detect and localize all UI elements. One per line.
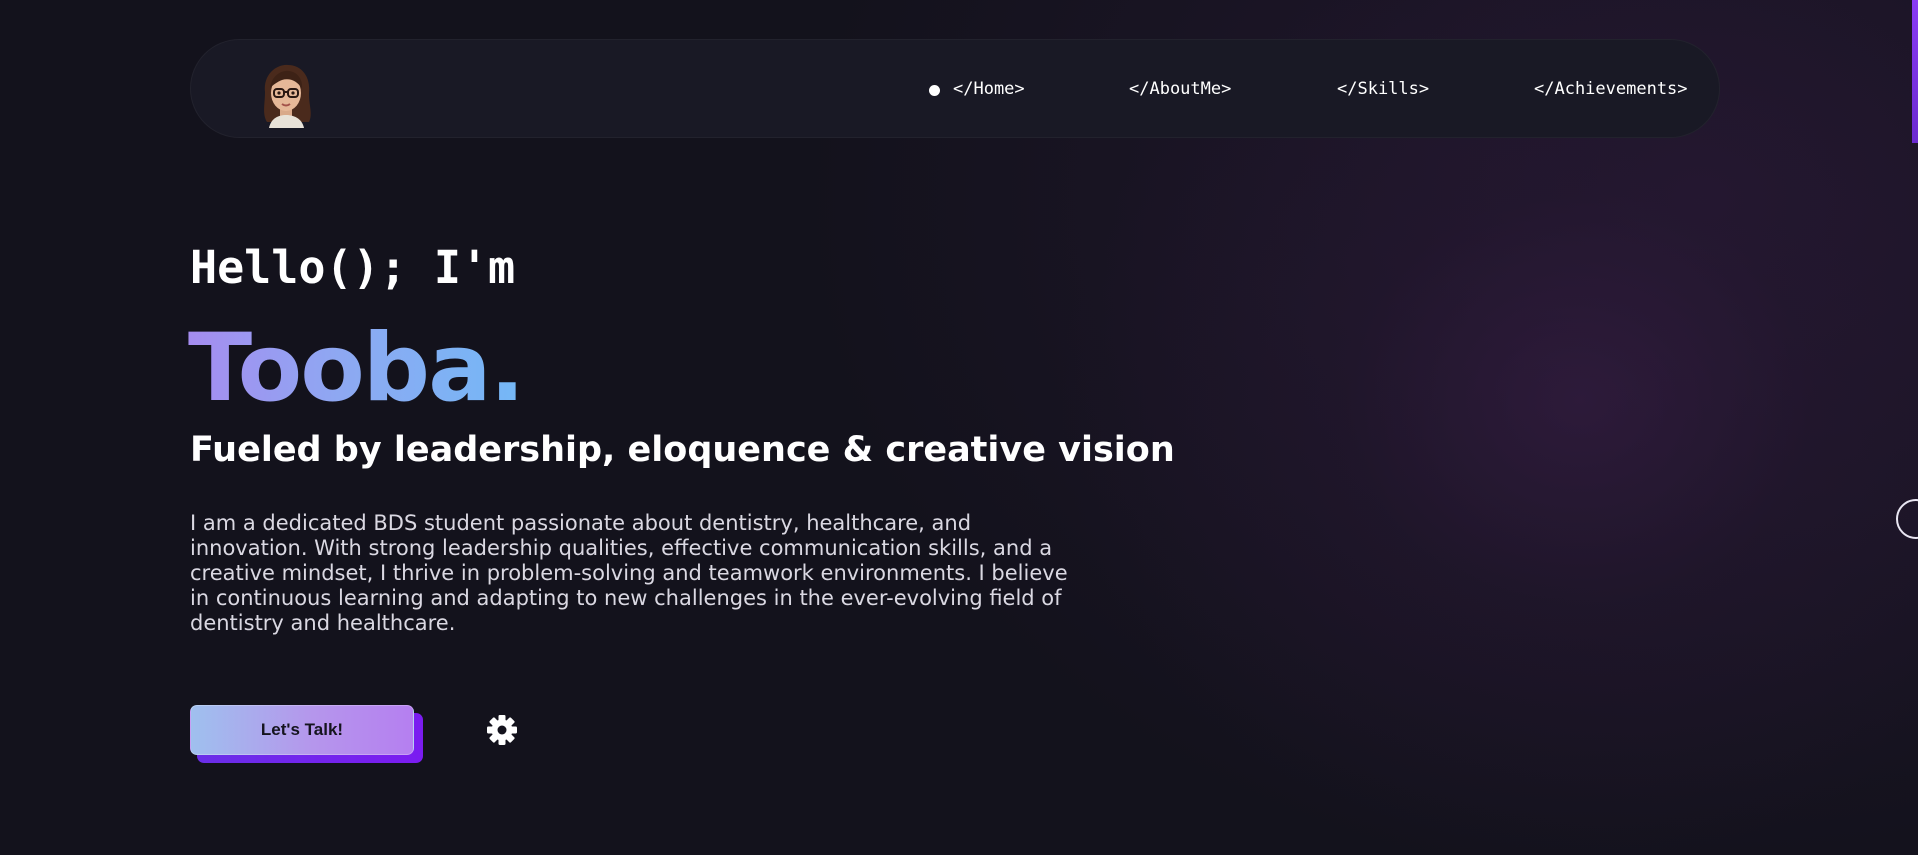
top-navbar: </Home> </AboutMe> </Skills> </Achieveme… — [190, 39, 1720, 138]
lets-talk-button-label: Let's Talk! — [260, 720, 344, 739]
hero-tagline: Fueled by leadership, eloquence & creati… — [190, 430, 1175, 470]
nav-link-skills[interactable]: </Skills> — [1337, 79, 1429, 99]
bitmoji-avatar-icon[interactable] — [255, 62, 317, 128]
gear-icon[interactable] — [486, 714, 518, 746]
nav-link-about-me[interactable]: </AboutMe> — [1129, 79, 1231, 99]
side-floating-button[interactable] — [1896, 499, 1918, 539]
active-nav-indicator — [929, 85, 940, 96]
hero-bio: I am a dedicated BDS student passionate … — [190, 511, 1068, 635]
hero-name: Tooba. — [188, 314, 525, 423]
nav-link-achievements[interactable]: </Achievements> — [1534, 79, 1688, 99]
scroll-progress-bar — [1912, 0, 1918, 143]
hero-greeting: Hello(); I'm — [190, 241, 516, 294]
nav-link-home[interactable]: </Home> — [953, 79, 1025, 99]
lets-talk-button[interactable]: Let's Talk! — [190, 705, 414, 755]
